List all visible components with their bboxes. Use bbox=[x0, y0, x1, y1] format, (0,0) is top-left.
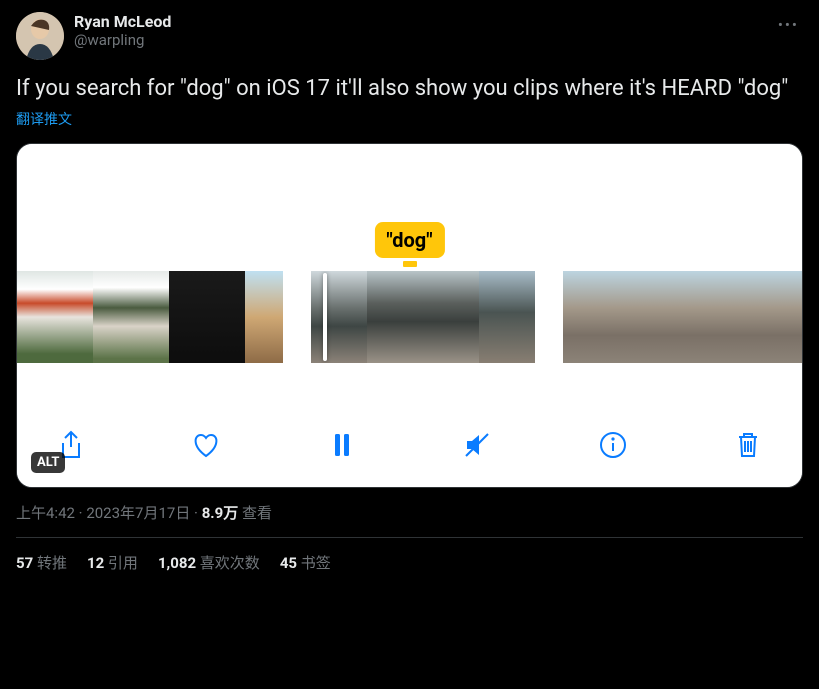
tweet-meta: 上午4:42 · 2023年7月17日 · 8.9万 查看 bbox=[16, 502, 803, 523]
views-label: 查看 bbox=[242, 504, 272, 522]
clip-thumbnail bbox=[17, 271, 283, 363]
user-info[interactable]: Ryan McLeod @warpling bbox=[74, 12, 171, 49]
clip-thumbnail bbox=[311, 271, 535, 363]
more-icon[interactable]: ••• bbox=[774, 12, 803, 38]
search-bubble: "dog" bbox=[374, 222, 444, 258]
user-handle: @warpling bbox=[74, 31, 171, 49]
quotes-stat[interactable]: 12 引用 bbox=[87, 552, 138, 573]
views-count: 8.9万 bbox=[202, 504, 239, 522]
video-timeline bbox=[17, 271, 802, 363]
clip-thumbnail bbox=[563, 271, 802, 363]
avatar[interactable] bbox=[16, 12, 64, 60]
media-card[interactable]: "dog" bbox=[16, 143, 803, 488]
pause-button[interactable] bbox=[322, 425, 362, 465]
retweets-stat[interactable]: 57 转推 bbox=[16, 552, 67, 573]
bookmarks-stat[interactable]: 45 书签 bbox=[280, 552, 331, 573]
tweet-time[interactable]: 上午4:42 bbox=[16, 504, 75, 522]
heart-button[interactable] bbox=[186, 425, 226, 465]
likes-stat[interactable]: 1,082 喜欢次数 bbox=[158, 552, 260, 573]
media-toolbar bbox=[17, 425, 802, 465]
tweet-text: If you search for "dog" on iOS 17 it'll … bbox=[16, 74, 803, 103]
display-name: Ryan McLeod bbox=[74, 12, 171, 31]
trash-button[interactable] bbox=[728, 425, 768, 465]
playhead-icon bbox=[323, 273, 327, 361]
tweet-header: Ryan McLeod @warpling ••• bbox=[16, 12, 803, 60]
alt-badge[interactable]: ALT bbox=[31, 452, 65, 473]
info-button[interactable] bbox=[593, 425, 633, 465]
media-image: "dog" bbox=[17, 144, 802, 487]
playhead-marker bbox=[403, 261, 417, 267]
translate-link[interactable]: 翻译推文 bbox=[16, 109, 803, 129]
tweet: Ryan McLeod @warpling ••• If you search … bbox=[0, 0, 819, 573]
tweet-date[interactable]: 2023年7月17日 bbox=[86, 504, 190, 522]
tweet-stats: 57 转推 12 引用 1,082 喜欢次数 45 书签 bbox=[16, 538, 803, 573]
mute-button[interactable] bbox=[457, 425, 497, 465]
